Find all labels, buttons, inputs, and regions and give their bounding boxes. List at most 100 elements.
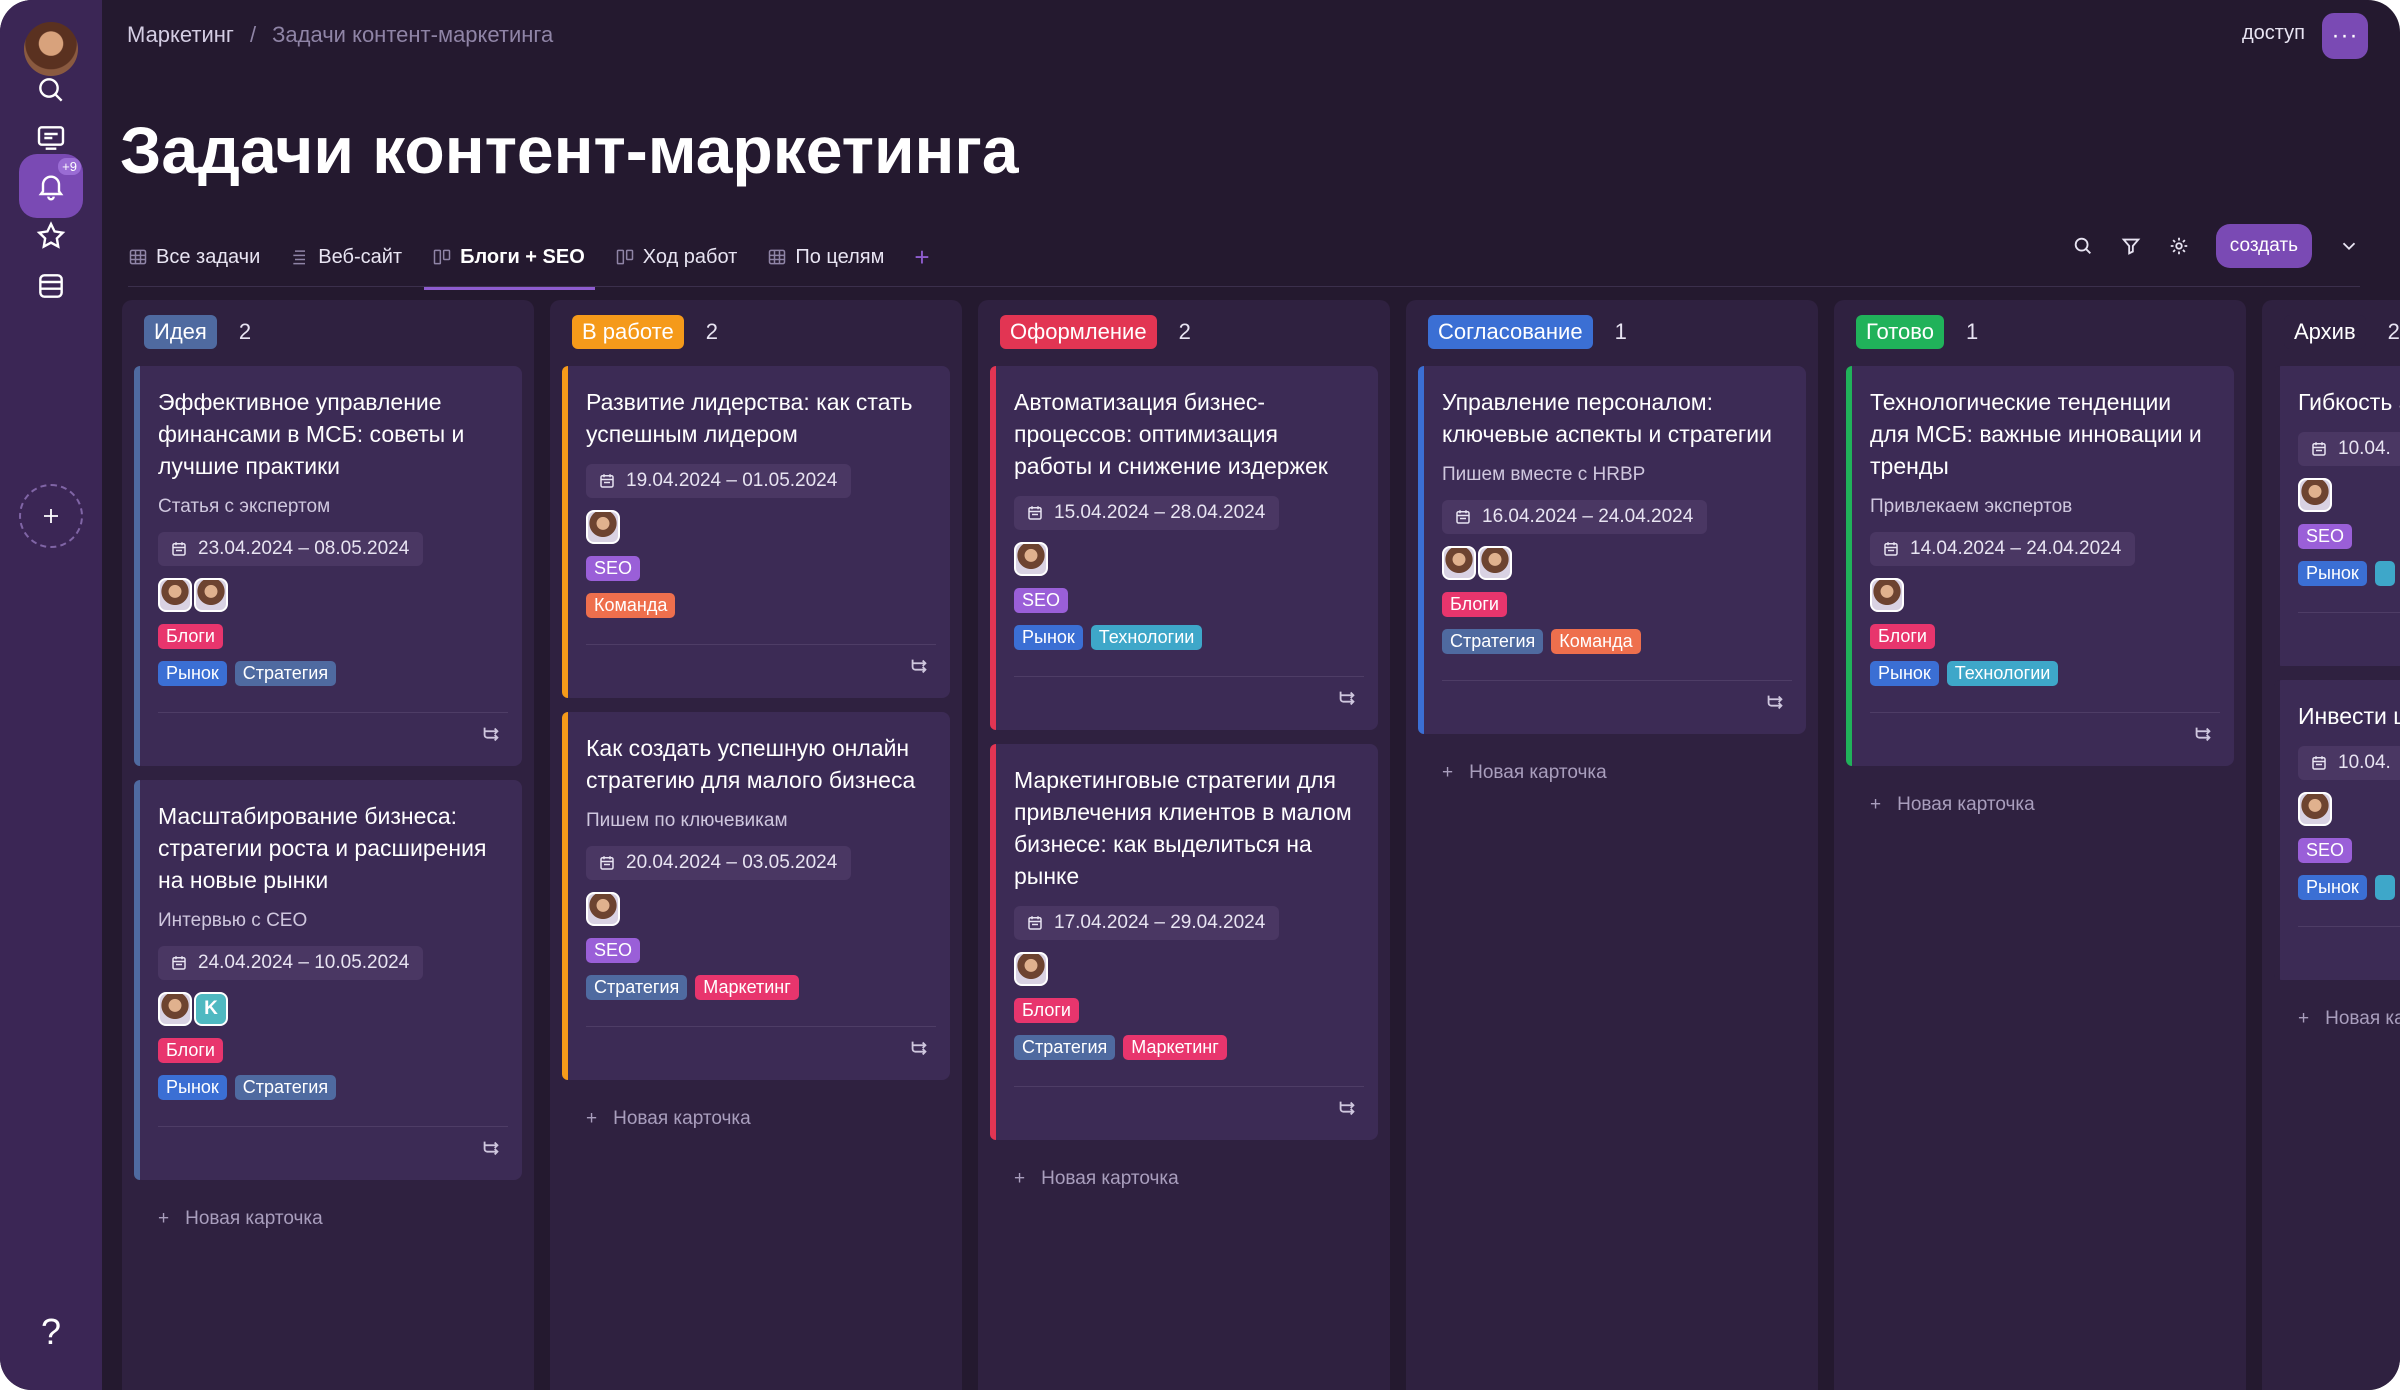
card-date-range[interactable]: 20.04.2024 – 03.05.2024 bbox=[586, 846, 852, 880]
tag[interactable]: Рынок bbox=[2298, 875, 2367, 900]
tag[interactable]: Маркетинг bbox=[1123, 1035, 1227, 1060]
avatar[interactable] bbox=[1442, 546, 1476, 580]
card-date-range[interactable]: 17.04.2024 – 29.04.2024 bbox=[1014, 906, 1280, 940]
column-label[interactable]: Согласование bbox=[1428, 315, 1593, 349]
column-count: 2 bbox=[1178, 319, 1191, 344]
column-label[interactable]: Готово bbox=[1856, 315, 1944, 349]
calendar-icon bbox=[1454, 508, 1472, 526]
task-card[interactable]: Гибкость адаптиро изменен 10.04. SEO Рынок bbox=[2274, 366, 2400, 666]
task-card[interactable]: Эффективное управление финансами в МСБ: … bbox=[134, 366, 522, 766]
tag[interactable]: Рынок bbox=[158, 661, 227, 686]
tag[interactable]: Команда bbox=[586, 593, 676, 618]
avatar[interactable] bbox=[194, 578, 228, 612]
tag[interactable]: Стратегия bbox=[234, 661, 337, 686]
tab-3[interactable]: Блоги + SEO bbox=[424, 226, 595, 290]
board-column: Идея 2 Эффективное управление финансами в … bbox=[122, 300, 534, 1390]
tag[interactable]: Рынок bbox=[1014, 625, 1083, 650]
tag[interactable]: Рынок bbox=[1870, 661, 1939, 686]
tab-2[interactable]: Веб-сайт bbox=[290, 226, 402, 288]
task-card[interactable]: Управление персоналом: ключевые аспекты … bbox=[1418, 366, 1806, 734]
card-date-range[interactable]: 19.04.2024 – 01.05.2024 bbox=[586, 464, 852, 498]
card-assignees bbox=[1014, 952, 1360, 986]
new-card-button[interactable]: + Новая карточка bbox=[2274, 1008, 2400, 1030]
card-date-range[interactable]: 24.04.2024 – 10.05.2024 bbox=[158, 946, 424, 980]
tag[interactable]: Технологии bbox=[1946, 661, 2059, 686]
access-button[interactable]: доступ bbox=[2242, 22, 2305, 45]
column-count: 2 bbox=[2387, 319, 2400, 344]
tag[interactable] bbox=[2374, 561, 2395, 586]
card-date-range[interactable]: 23.04.2024 – 08.05.2024 bbox=[158, 532, 424, 566]
task-card[interactable]: Как создать успешную онлайн стратегию дл… bbox=[562, 712, 950, 1080]
tag[interactable]: Команда bbox=[1551, 629, 1641, 654]
add-space-button[interactable] bbox=[19, 484, 83, 548]
avatar[interactable] bbox=[1478, 546, 1512, 580]
more-options-button[interactable]: ··· bbox=[2322, 13, 2368, 59]
avatar[interactable] bbox=[2298, 478, 2332, 512]
tag[interactable]: SEO bbox=[586, 556, 641, 581]
tag[interactable]: SEO bbox=[2298, 838, 2353, 863]
avatar[interactable] bbox=[1014, 952, 1048, 986]
avatar[interactable] bbox=[586, 510, 620, 544]
date-text: 10.04. bbox=[2338, 752, 2391, 773]
avatar[interactable] bbox=[158, 578, 192, 612]
column-label[interactable]: Оформление bbox=[1000, 315, 1157, 349]
card-date-range[interactable]: 15.04.2024 – 28.04.2024 bbox=[1014, 496, 1280, 530]
task-card[interactable]: Автоматизация бизнес-процессов: оптимиза… bbox=[990, 366, 1378, 730]
new-card-button[interactable]: + Новая карточка bbox=[1418, 762, 1806, 784]
search-icon[interactable] bbox=[2072, 235, 2094, 257]
tab-5[interactable]: По целям bbox=[767, 226, 884, 288]
tab-1[interactable]: Все задачи bbox=[128, 226, 260, 288]
task-card[interactable]: Развитие лидерства: как стать успешным л… bbox=[562, 366, 950, 698]
new-card-button[interactable]: + Новая карточка bbox=[990, 1168, 1378, 1190]
new-card-button[interactable]: + Новая карточка bbox=[562, 1108, 950, 1130]
tag[interactable]: Блоги bbox=[1442, 592, 1507, 617]
card-date-range[interactable]: 10.04. bbox=[2298, 746, 2400, 780]
chevron-down-icon[interactable] bbox=[2338, 235, 2360, 257]
task-card[interactable]: Технологические тенденции для МСБ: важны… bbox=[1846, 366, 2234, 766]
help-button[interactable]: ? bbox=[19, 1300, 83, 1364]
tag[interactable] bbox=[2374, 875, 2395, 900]
card-date-range[interactable]: 14.04.2024 – 24.04.2024 bbox=[1870, 532, 2136, 566]
tag[interactable]: Рынок bbox=[158, 1075, 227, 1100]
tag[interactable]: Маркетинг bbox=[695, 975, 799, 1000]
tag[interactable]: SEO bbox=[2298, 524, 2353, 549]
tag[interactable]: Стратегия bbox=[1014, 1035, 1116, 1060]
card-date-range[interactable]: 10.04. bbox=[2298, 432, 2400, 466]
tag[interactable]: Блоги bbox=[1870, 624, 1935, 649]
tag[interactable]: Блоги bbox=[158, 624, 223, 649]
avatar[interactable] bbox=[1014, 542, 1048, 576]
tag[interactable]: Стратегия bbox=[586, 975, 688, 1000]
card-date-range[interactable]: 16.04.2024 – 24.04.2024 bbox=[1442, 500, 1708, 534]
create-button[interactable]: создать bbox=[2215, 224, 2312, 268]
avatar[interactable] bbox=[2298, 792, 2332, 826]
filter-icon[interactable] bbox=[2120, 235, 2142, 257]
tag[interactable]: Технологии bbox=[1090, 625, 1203, 650]
avatar[interactable] bbox=[586, 892, 620, 926]
tag[interactable]: SEO bbox=[586, 938, 641, 963]
tab-4[interactable]: Ход работ bbox=[615, 226, 737, 288]
kanban-board: Идея 2 Эффективное управление финансами в … bbox=[122, 300, 2400, 1390]
column-label[interactable]: В работе bbox=[572, 315, 684, 349]
column-label[interactable]: Идея bbox=[144, 315, 217, 349]
add-tab-button[interactable]: + bbox=[914, 226, 929, 288]
new-card-button[interactable]: + Новая карточка bbox=[1846, 794, 2234, 816]
database-icon[interactable] bbox=[19, 254, 83, 318]
tag[interactable]: Блоги bbox=[1014, 998, 1079, 1023]
gear-icon[interactable] bbox=[2168, 235, 2190, 257]
task-card[interactable]: Инвести цифрови 10.04. SEO Рынок bbox=[2274, 680, 2400, 980]
new-card-button[interactable]: + Новая карточка bbox=[134, 1208, 522, 1230]
tag[interactable]: Стратегия bbox=[1442, 629, 1544, 654]
tag[interactable]: Блоги bbox=[158, 1038, 223, 1063]
avatar[interactable] bbox=[158, 992, 192, 1026]
tag[interactable]: SEO bbox=[1014, 588, 1069, 613]
column-header: В работе 2 bbox=[562, 312, 950, 352]
tag[interactable]: Рынок bbox=[2298, 561, 2367, 586]
breadcrumb-parent[interactable]: Маркетинг bbox=[127, 22, 234, 48]
avatar[interactable]: K bbox=[194, 992, 228, 1026]
column-label[interactable]: Архив bbox=[2284, 315, 2366, 349]
avatar[interactable] bbox=[1870, 578, 1904, 612]
date-text: 10.04. bbox=[2338, 438, 2391, 459]
task-card[interactable]: Маркетинговые стратегии для привлечения … bbox=[990, 744, 1378, 1140]
task-card[interactable]: Масштабирование бизнеса: стратегии роста… bbox=[134, 780, 522, 1180]
tag[interactable]: Стратегия bbox=[234, 1075, 337, 1100]
